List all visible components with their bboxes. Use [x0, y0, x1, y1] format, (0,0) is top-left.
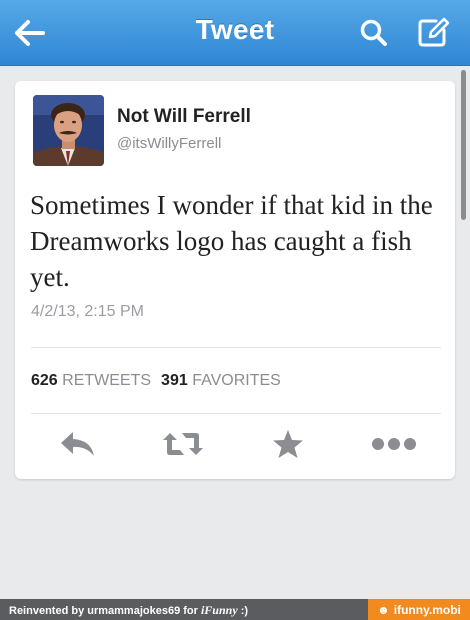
favorites-label: FAVORITES	[192, 372, 281, 389]
favorites-count: 391	[161, 372, 188, 389]
footer-credit-brand: iFunny	[200, 603, 238, 617]
retweets-count: 626	[31, 372, 58, 389]
footer-credit: Reinvented by urmammajokes69 for iFunny …	[9, 603, 248, 618]
tweet-actions	[15, 426, 455, 466]
retweet-icon[interactable]	[158, 426, 208, 462]
retweets-stat[interactable]: 626 RETWEETS	[31, 372, 151, 389]
author-name[interactable]: Not Will Ferrell	[117, 106, 251, 128]
footer-credit-suffix: :)	[237, 605, 249, 617]
author-handle: @itsWillyFerrell	[117, 135, 222, 152]
tweet-timestamp: 4/2/13, 2:15 PM	[31, 303, 144, 320]
compose-icon[interactable]	[414, 12, 454, 52]
favorites-stat[interactable]: 391 FAVORITES	[161, 372, 281, 389]
ifunny-badge[interactable]: ☻ ifunny.mobi	[368, 599, 470, 620]
divider	[31, 347, 441, 348]
smiley-icon: ☻	[377, 602, 390, 617]
avatar[interactable]	[33, 95, 104, 166]
scrollbar[interactable]	[461, 70, 466, 220]
footer-credit-prefix: Reinvented by urmammajokes69 for	[9, 605, 201, 617]
search-icon[interactable]	[355, 14, 393, 52]
divider	[31, 413, 441, 414]
navigation-bar: Tweet	[0, 0, 470, 66]
tweet-card: Not Will Ferrell @itsWillyFerrell Someti…	[15, 81, 455, 479]
ifunny-badge-label: ifunny.mobi	[393, 602, 461, 617]
tweet-text: Sometimes I wonder if that kid in the Dr…	[30, 190, 433, 292]
footer-banner: Reinvented by urmammajokes69 for iFunny …	[0, 599, 470, 620]
retweets-label: RETWEETS	[62, 372, 152, 389]
tweet-stats: 626 RETWEETS 391 FAVORITES	[31, 372, 281, 390]
more-icon[interactable]	[369, 426, 419, 462]
reply-icon[interactable]	[53, 426, 103, 462]
page-title: Tweet	[195, 14, 275, 45]
favorite-star-icon[interactable]	[263, 426, 313, 462]
